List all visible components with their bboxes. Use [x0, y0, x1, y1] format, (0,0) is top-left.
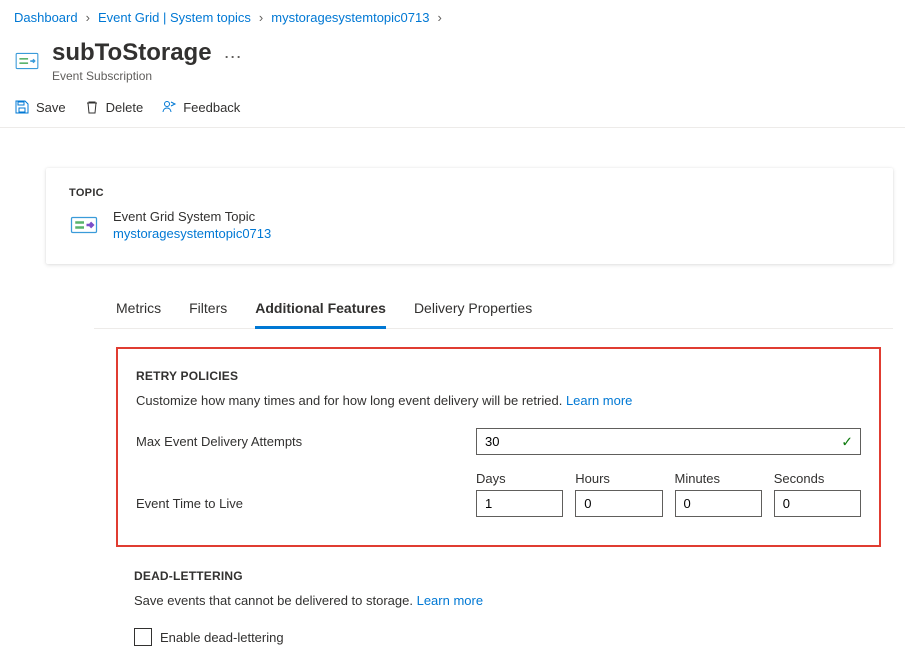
ttl-minutes-label: Minutes	[675, 471, 762, 486]
tab-delivery-properties[interactable]: Delivery Properties	[414, 290, 532, 328]
topic-name-link[interactable]: mystoragesystemtopic0713	[113, 226, 271, 241]
page-subtitle: Event Subscription	[52, 69, 212, 83]
ttl-seconds-input[interactable]	[774, 490, 861, 517]
event-grid-topic-icon	[69, 210, 99, 240]
dead-letter-title: DEAD-LETTERING	[134, 569, 863, 583]
tab-metrics[interactable]: Metrics	[116, 290, 161, 328]
breadcrumb-dashboard[interactable]: Dashboard	[14, 10, 78, 25]
ttl-seconds-label: Seconds	[774, 471, 861, 486]
max-attempts-label: Max Event Delivery Attempts	[136, 434, 476, 449]
check-icon: ✓	[841, 433, 853, 450]
save-label: Save	[36, 100, 66, 115]
delete-label: Delete	[106, 100, 144, 115]
enable-dead-lettering-label[interactable]: Enable dead-lettering	[160, 630, 284, 645]
trash-icon	[84, 99, 100, 115]
dead-lettering-section: DEAD-LETTERING Save events that cannot b…	[116, 569, 881, 646]
feedback-icon	[161, 99, 177, 115]
ttl-days-label: Days	[476, 471, 563, 486]
ttl-hours-label: Hours	[575, 471, 662, 486]
page-title: subToStorage	[52, 39, 212, 67]
breadcrumb-event-grid[interactable]: Event Grid | System topics	[98, 10, 251, 25]
breadcrumb: Dashboard › Event Grid | System topics ›…	[0, 0, 905, 35]
dead-letter-description: Save events that cannot be delivered to …	[134, 593, 863, 608]
tab-additional-features[interactable]: Additional Features	[255, 290, 386, 328]
max-attempts-input[interactable]	[476, 428, 861, 455]
command-bar: Save Delete Feedback	[0, 89, 905, 128]
enable-dead-lettering-checkbox[interactable]	[134, 628, 152, 646]
delete-button[interactable]: Delete	[84, 99, 144, 115]
more-actions-button[interactable]: ⋯	[224, 39, 243, 68]
topic-type: Event Grid System Topic	[113, 209, 271, 224]
feedback-button[interactable]: Feedback	[161, 99, 240, 115]
retry-description: Customize how many times and for how lon…	[136, 393, 861, 408]
breadcrumb-topic[interactable]: mystoragesystemtopic0713	[271, 10, 429, 25]
retry-policies-section: RETRY POLICIES Customize how many times …	[116, 347, 881, 547]
page-header: subToStorage Event Subscription ⋯	[0, 35, 905, 89]
chevron-right-icon: ›	[259, 10, 263, 25]
topic-card: TOPIC Event Grid System Topic mystorages…	[46, 168, 893, 264]
ttl-days-input[interactable]	[476, 490, 563, 517]
save-icon	[14, 99, 30, 115]
tab-filters[interactable]: Filters	[189, 290, 227, 328]
ttl-hours-input[interactable]	[575, 490, 662, 517]
dead-letter-learn-more-link[interactable]: Learn more	[417, 593, 483, 608]
retry-title: RETRY POLICIES	[136, 369, 861, 383]
chevron-right-icon: ›	[437, 10, 441, 25]
chevron-right-icon: ›	[86, 10, 90, 25]
event-subscription-icon	[14, 48, 40, 74]
ttl-label: Event Time to Live	[136, 496, 476, 517]
tab-strip: Metrics Filters Additional Features Deli…	[94, 290, 893, 329]
dead-letter-desc-text: Save events that cannot be delivered to …	[134, 593, 413, 608]
retry-desc-text: Customize how many times and for how lon…	[136, 393, 562, 408]
save-button[interactable]: Save	[14, 99, 66, 115]
ttl-minutes-input[interactable]	[675, 490, 762, 517]
feedback-label: Feedback	[183, 100, 240, 115]
topic-section-label: TOPIC	[69, 187, 870, 199]
retry-learn-more-link[interactable]: Learn more	[566, 393, 632, 408]
